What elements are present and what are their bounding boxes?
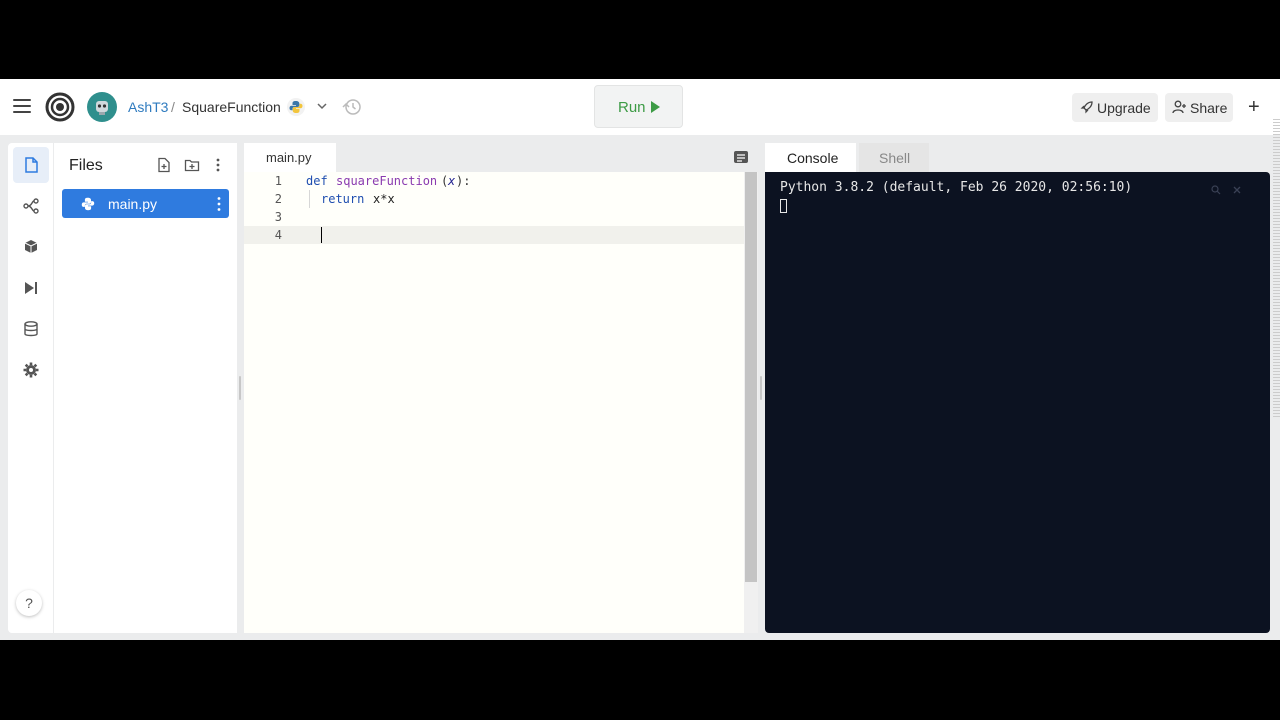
share-label: Share bbox=[1190, 100, 1228, 116]
files-menu-icon[interactable] bbox=[210, 157, 226, 173]
file-item-main-py[interactable]: main.py bbox=[62, 189, 229, 218]
avatar[interactable] bbox=[87, 92, 117, 122]
step-forward-icon bbox=[25, 282, 37, 294]
text-cursor bbox=[321, 227, 322, 243]
git-branch-icon bbox=[23, 198, 39, 214]
line-number: 2 bbox=[274, 192, 282, 206]
python-file-icon bbox=[81, 197, 95, 211]
code-area[interactable]: 1 def squareFunction ( x ): 2 return x*x… bbox=[244, 172, 744, 633]
replit-workspace: AshT3 / SquareFunction Run Upgrade Share… bbox=[0, 79, 1280, 640]
console-output: Python 3.8.2 (default, Feb 26 2020, 02:5… bbox=[780, 180, 1133, 195]
line-number: 3 bbox=[274, 210, 282, 224]
clear-console-icon[interactable] bbox=[1232, 185, 1242, 195]
editor-tab-bar: main.py bbox=[244, 143, 758, 172]
code-parameter: x bbox=[448, 174, 456, 188]
breadcrumb-separator: / bbox=[171, 99, 175, 115]
version-control-activity-button[interactable] bbox=[13, 188, 49, 224]
tab-main-py[interactable]: main.py bbox=[244, 143, 336, 172]
history-icon[interactable] bbox=[341, 96, 363, 118]
gear-icon bbox=[23, 362, 39, 378]
code-line: 3 bbox=[244, 208, 744, 226]
code-editor-pane: main.py 1 def squareFunction ( x ): 2 re… bbox=[244, 143, 758, 633]
tab-label: main.py bbox=[266, 150, 312, 165]
play-icon bbox=[651, 101, 660, 113]
avatar-robot-icon bbox=[96, 101, 108, 115]
debugger-activity-button[interactable] bbox=[13, 270, 49, 306]
window-edge-artifact bbox=[1273, 119, 1280, 419]
packages-activity-button[interactable] bbox=[13, 229, 49, 265]
top-header: AshT3 / SquareFunction Run Upgrade Share… bbox=[0, 79, 1280, 135]
code-line: 2 return x*x bbox=[244, 190, 744, 208]
terminal-cursor bbox=[780, 199, 787, 213]
breadcrumb-user[interactable]: AshT3 bbox=[128, 99, 168, 115]
code-keyword: return bbox=[321, 192, 365, 206]
database-icon bbox=[24, 321, 38, 337]
tab-shell-label: Shell bbox=[879, 150, 911, 166]
help-button[interactable]: ? bbox=[16, 590, 42, 616]
tab-shell[interactable]: Shell bbox=[859, 143, 929, 172]
file-options-icon[interactable] bbox=[217, 196, 221, 212]
run-label: Run bbox=[618, 99, 646, 116]
code-punctuation: ): bbox=[456, 174, 471, 188]
replit-logo-icon[interactable] bbox=[45, 92, 75, 122]
upgrade-button[interactable]: Upgrade bbox=[1072, 93, 1158, 122]
terminal[interactable]: Python 3.8.2 (default, Feb 26 2020, 02:5… bbox=[765, 172, 1270, 633]
new-file-icon[interactable] bbox=[156, 157, 172, 173]
new-folder-icon[interactable] bbox=[184, 157, 200, 173]
code-function-name: squareFunction bbox=[336, 174, 438, 188]
line-number: 1 bbox=[274, 174, 282, 188]
breadcrumb-repl-name[interactable]: SquareFunction bbox=[182, 99, 281, 115]
indent-guide bbox=[309, 190, 310, 208]
rocket-icon bbox=[1080, 101, 1093, 114]
file-name: main.py bbox=[108, 196, 158, 212]
add-user-icon bbox=[1172, 100, 1186, 114]
files-editor-resize-handle[interactable] bbox=[239, 376, 241, 400]
search-icon[interactable] bbox=[1211, 185, 1221, 195]
files-pane: Files main.py bbox=[54, 143, 237, 633]
editor-menu-icon[interactable] bbox=[733, 150, 749, 164]
activity-bar: ? bbox=[8, 143, 53, 633]
run-button[interactable]: Run bbox=[594, 85, 683, 128]
settings-activity-button[interactable] bbox=[13, 352, 49, 388]
line-number: 4 bbox=[274, 228, 282, 242]
package-cube-icon bbox=[24, 240, 38, 253]
files-title: Files bbox=[69, 157, 103, 174]
chevron-down-icon[interactable] bbox=[315, 99, 329, 113]
add-button[interactable]: + bbox=[1248, 93, 1264, 121]
database-activity-button[interactable] bbox=[13, 311, 49, 347]
editor-scroll-thumb[interactable] bbox=[745, 172, 757, 582]
share-button[interactable]: Share bbox=[1165, 93, 1233, 122]
code-line: 1 def squareFunction ( x ): bbox=[244, 172, 744, 190]
menu-icon[interactable] bbox=[13, 99, 31, 113]
editor-scrollbar[interactable] bbox=[744, 172, 758, 633]
code-line-current: 4 bbox=[244, 226, 744, 244]
tab-console[interactable]: Console bbox=[765, 143, 856, 172]
upgrade-label: Upgrade bbox=[1097, 100, 1151, 116]
file-icon bbox=[25, 157, 38, 173]
console-pane: Console Shell Python 3.8.2 (default, Feb… bbox=[765, 143, 1270, 633]
python-language-icon[interactable] bbox=[287, 98, 305, 116]
tab-console-label: Console bbox=[787, 150, 839, 166]
code-keyword: def bbox=[306, 174, 328, 188]
files-activity-button[interactable] bbox=[13, 147, 49, 183]
editor-console-resize-handle[interactable] bbox=[760, 376, 762, 400]
code-expression: x*x bbox=[373, 192, 395, 206]
